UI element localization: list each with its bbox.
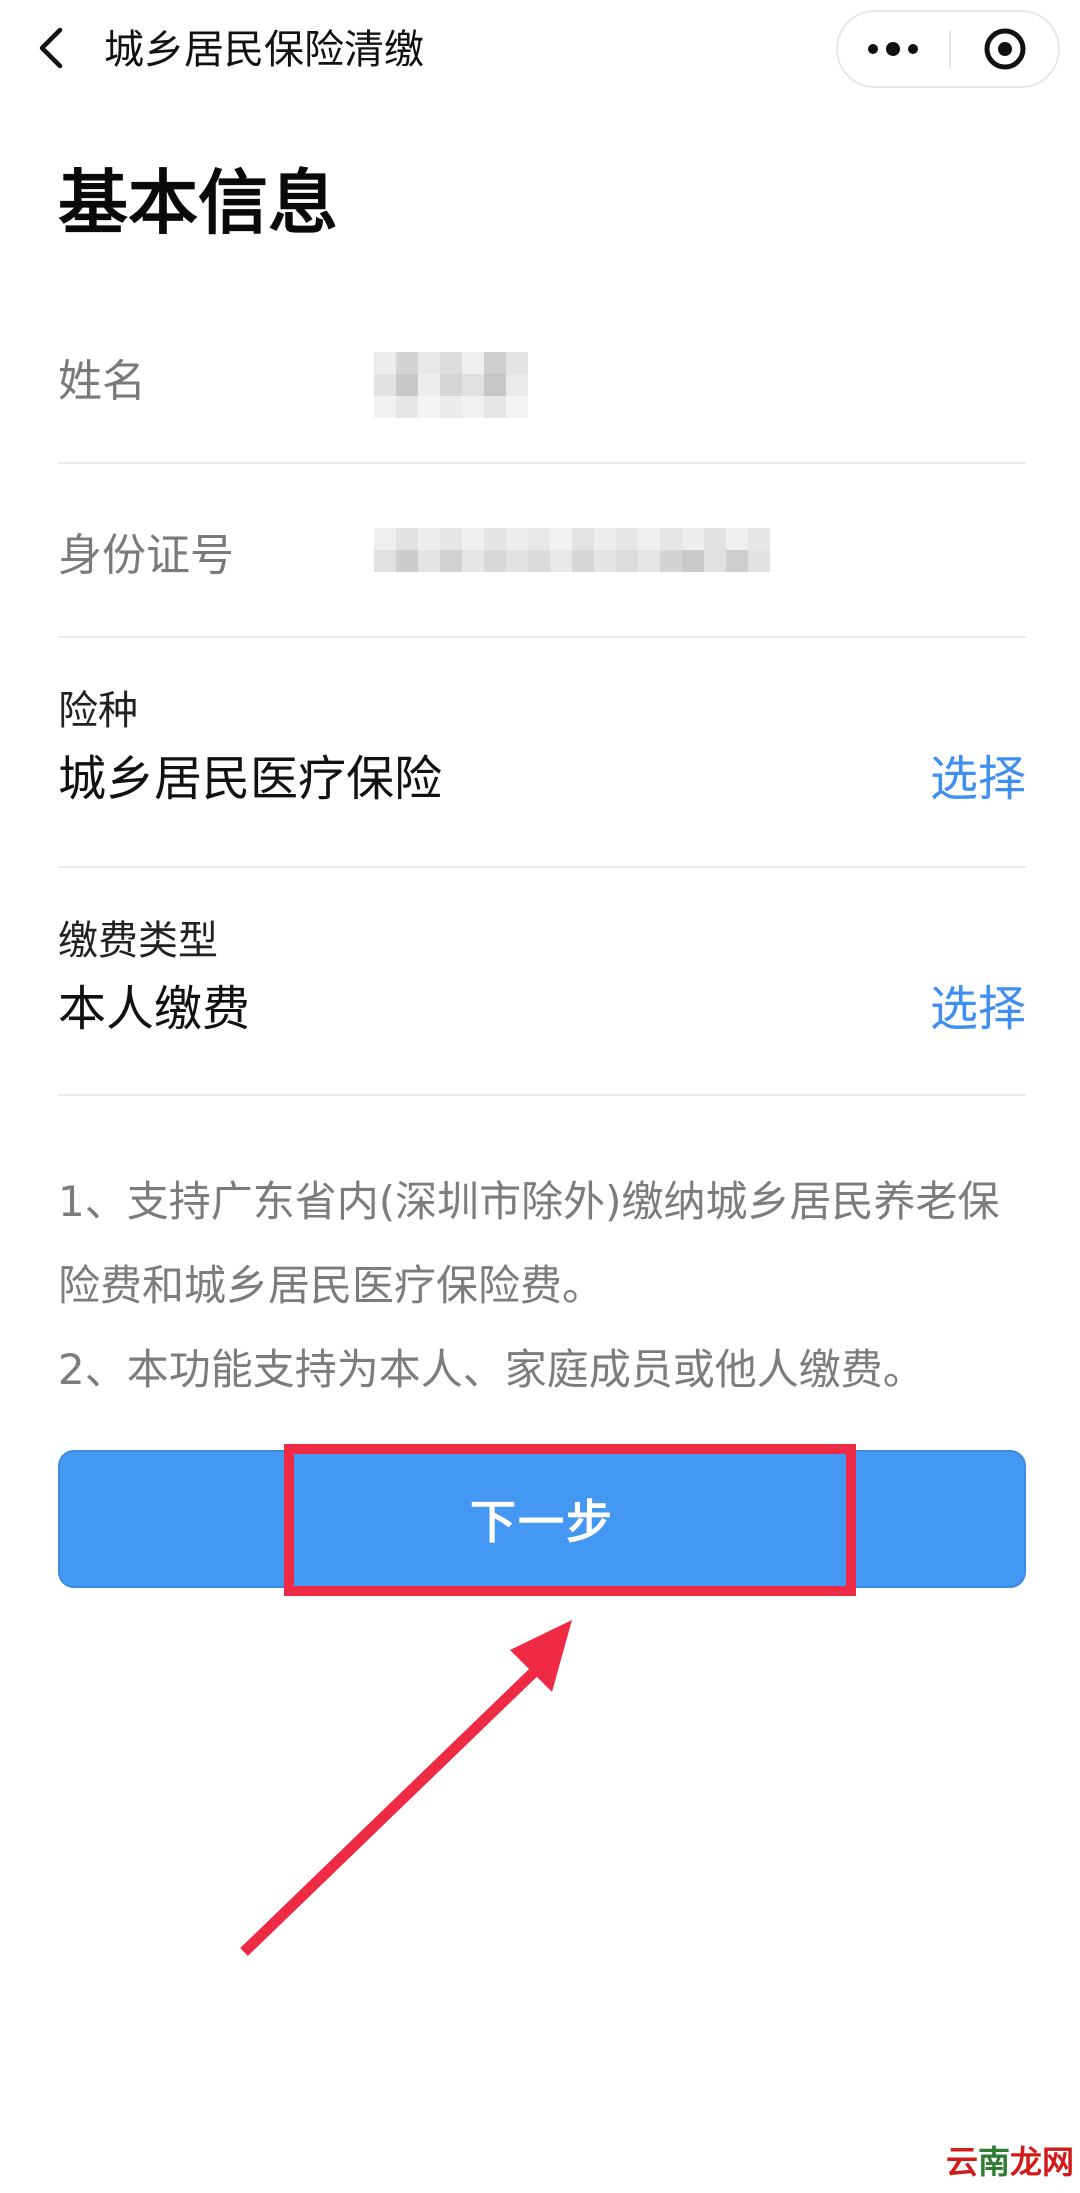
app-page: 城乡居民保险清缴 基本信息 姓名 身份证号 险种 城乡居民医疗保险 选择 缴费类…	[0, 0, 1080, 2193]
next-step-label: 下一步	[470, 1495, 614, 1549]
next-step-button[interactable]: 下一步	[58, 1450, 1026, 1588]
id-number-value-redacted	[374, 528, 770, 572]
divider	[58, 462, 1026, 464]
id-number-label: 身份证号	[58, 530, 234, 581]
note-item: 1、支持广东省内(深圳市除外)缴纳城乡居民养老保险费和城乡居民医疗保险费。	[58, 1177, 1000, 1310]
arrow-annotation-icon	[240, 1620, 572, 1956]
back-button[interactable]	[22, 18, 82, 78]
insurance-type-select-button[interactable]: 选择	[930, 746, 1026, 812]
more-button[interactable]	[838, 12, 948, 86]
watermark-part: 龙网	[1010, 2143, 1075, 2181]
watermark-part: 南	[978, 2143, 1011, 2181]
navigation-bar: 城乡居民保险清缴	[0, 0, 1080, 100]
chevron-left-icon	[39, 27, 63, 69]
note-item: 2、本功能支持为本人、家庭成员或他人缴费。	[58, 1345, 925, 1394]
payment-type-value: 本人缴费	[58, 981, 251, 1037]
close-button[interactable]	[951, 12, 1058, 86]
more-dots-icon	[868, 42, 918, 56]
page-title: 城乡居民保险清缴	[104, 27, 424, 73]
watermark-part: 云	[946, 2143, 979, 2181]
payment-type-row[interactable]: 缴费类型 本人缴费 选择	[58, 914, 1026, 1094]
notes: 1、支持广东省内(深圳市除外)缴纳城乡居民养老保险费和城乡居民医疗保险费。 2、…	[58, 1160, 1026, 1412]
insurance-type-value: 城乡居民医疗保险	[58, 751, 443, 807]
name-label: 姓名	[58, 356, 146, 407]
mini-program-capsule	[836, 10, 1060, 88]
target-circle-icon	[984, 28, 1025, 70]
section-title: 基本信息	[58, 162, 338, 244]
payment-type-label: 缴费类型	[58, 918, 218, 964]
divider	[58, 636, 1026, 638]
name-row: 姓名	[58, 340, 1026, 460]
id-number-row: 身份证号	[58, 514, 1026, 634]
payment-type-select-button[interactable]: 选择	[930, 976, 1026, 1042]
name-value-redacted	[374, 352, 528, 418]
divider	[58, 866, 1026, 868]
watermark: 云南龙网	[946, 2142, 1074, 2182]
insurance-type-label: 险种	[58, 688, 138, 734]
insurance-type-row[interactable]: 险种 城乡居民医疗保险 选择	[58, 684, 1026, 864]
divider	[58, 1094, 1026, 1096]
